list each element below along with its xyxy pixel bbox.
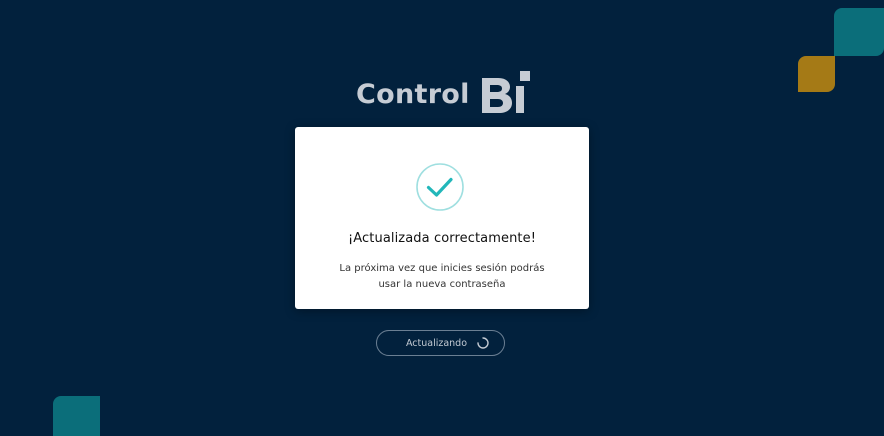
dialog-message-line-2: usar la nueva contraseña: [378, 278, 506, 290]
success-dialog: ¡Actualizada correctamente! La próxima v…: [295, 127, 589, 309]
updating-button-label: Actualizando: [405, 337, 468, 349]
decorative-shape-gold-top: [798, 56, 835, 92]
spinner-icon: [477, 337, 489, 349]
dialog-message: La próxima vez que inicies sesión podrás…: [325, 261, 559, 292]
brand-logo-text: Control: [356, 79, 470, 110]
decorative-shape-teal-top: [834, 8, 884, 56]
dialog-message-line-1: La próxima vez que inicies sesión podrás: [339, 263, 545, 274]
dialog-title: ¡Actualizada correctamente!: [347, 231, 537, 246]
brand-logo-mark-icon: [481, 71, 530, 113]
decorative-shape-teal-bottom: [53, 396, 100, 436]
brand-logo: Control: [356, 64, 536, 116]
check-circle-icon: [416, 163, 464, 211]
updating-button[interactable]: Actualizando: [376, 330, 505, 356]
